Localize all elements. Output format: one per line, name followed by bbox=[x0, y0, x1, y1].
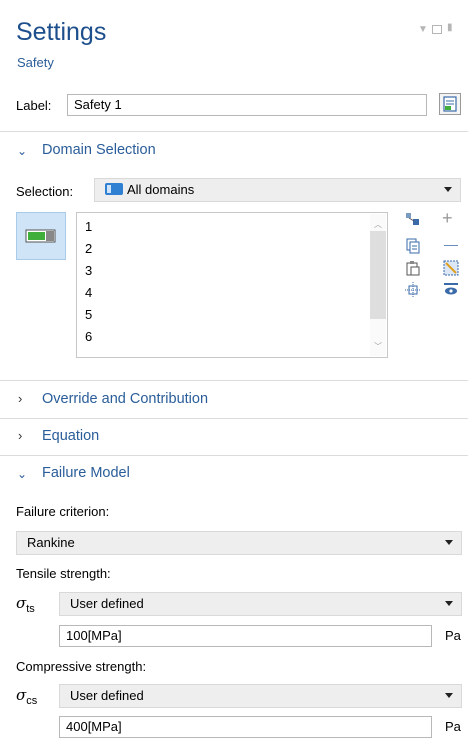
label-input[interactable]: Safety 1 bbox=[67, 94, 427, 116]
page-title: Settings bbox=[16, 18, 107, 46]
divider bbox=[0, 131, 468, 132]
tensile-strength-label: Tensile strength: bbox=[16, 566, 111, 581]
chevron-down-icon bbox=[444, 187, 452, 192]
page-subtitle: Safety bbox=[17, 55, 54, 70]
compressive-unit: Pa bbox=[445, 719, 461, 734]
tensile-strength-input[interactable]: 100[MPa] bbox=[59, 625, 432, 647]
failure-criterion-dropdown[interactable]: Rankine bbox=[16, 531, 462, 555]
section-title: Override and Contribution bbox=[42, 391, 209, 407]
chevron-down-icon bbox=[445, 540, 453, 545]
paste-icon[interactable] bbox=[405, 260, 421, 276]
chevron-down-icon bbox=[445, 601, 453, 606]
section-title: Domain Selection bbox=[42, 142, 156, 158]
list-item[interactable]: 5 bbox=[85, 307, 92, 322]
edit-label-button[interactable] bbox=[439, 93, 461, 115]
copy-icon[interactable] bbox=[405, 238, 421, 254]
divider bbox=[0, 418, 468, 419]
list-item[interactable]: 4 bbox=[85, 285, 92, 300]
compressive-strength-input[interactable]: 400[MPa] bbox=[59, 716, 432, 738]
divider bbox=[0, 380, 468, 381]
remove-icon[interactable] bbox=[444, 245, 458, 246]
domains-icon bbox=[105, 183, 123, 195]
show-selection-icon[interactable] bbox=[443, 282, 459, 296]
domain-selection-header[interactable]: ⌄ Domain Selection bbox=[16, 140, 456, 162]
active-toggle-button[interactable] bbox=[16, 212, 66, 260]
selection-dropdown[interactable]: All domains bbox=[94, 178, 461, 202]
divider bbox=[0, 455, 468, 456]
chevron-right-icon: › bbox=[18, 428, 23, 443]
scroll-up-icon[interactable]: ︿ bbox=[374, 219, 382, 230]
clear-selection-icon[interactable] bbox=[443, 260, 459, 276]
list-item[interactable]: 2 bbox=[85, 241, 92, 256]
failure-criterion-label: Failure criterion: bbox=[16, 504, 110, 519]
compressive-symbol: σcs bbox=[16, 686, 38, 707]
chevron-down-icon bbox=[445, 693, 453, 698]
select-from-model-icon[interactable] bbox=[405, 212, 421, 228]
dropdown-value: User defined bbox=[70, 688, 144, 703]
override-contribution-header[interactable]: › Override and Contribution bbox=[16, 389, 456, 411]
list-item[interactable]: 1 bbox=[85, 219, 92, 234]
selection-label: Selection: bbox=[16, 184, 74, 199]
dropdown-value: User defined bbox=[70, 596, 144, 611]
selection-value: All domains bbox=[127, 182, 195, 197]
chevron-right-icon: › bbox=[18, 391, 23, 406]
tensile-mode-dropdown[interactable]: User defined bbox=[59, 592, 462, 616]
tensile-unit: Pa bbox=[445, 628, 461, 643]
scrollbar-thumb[interactable] bbox=[370, 231, 386, 319]
toggle-active-icon bbox=[25, 229, 56, 243]
zoom-to-selection-icon[interactable] bbox=[405, 282, 421, 298]
chevron-down-icon: ⌄ bbox=[17, 467, 28, 481]
section-title: Equation bbox=[42, 428, 100, 444]
scroll-down-icon[interactable]: ﹀ bbox=[374, 341, 382, 352]
section-title: Failure Model bbox=[42, 465, 130, 481]
list-item[interactable]: 6 bbox=[85, 329, 92, 344]
document-edit-icon bbox=[443, 96, 457, 112]
window-pin-icon[interactable]: ▮ bbox=[447, 22, 453, 33]
window-menu-icon[interactable]: ▼ bbox=[418, 24, 428, 35]
dropdown-value: Rankine bbox=[27, 535, 75, 550]
add-icon[interactable]: + bbox=[442, 208, 453, 229]
compressive-mode-dropdown[interactable]: User defined bbox=[59, 684, 462, 708]
list-item[interactable]: 3 bbox=[85, 263, 92, 278]
failure-model-header[interactable]: ⌄ Failure Model bbox=[16, 463, 456, 485]
equation-header[interactable]: › Equation bbox=[16, 426, 456, 448]
window-restore-icon[interactable] bbox=[432, 25, 442, 34]
domain-list[interactable]: 1 2 3 4 5 6 ︿ ﹀ bbox=[76, 212, 388, 358]
compressive-strength-label: Compressive strength: bbox=[16, 659, 147, 674]
tensile-symbol: σts bbox=[16, 594, 35, 615]
label-field-label: Label: bbox=[16, 98, 52, 113]
chevron-down-icon: ⌄ bbox=[17, 144, 28, 158]
